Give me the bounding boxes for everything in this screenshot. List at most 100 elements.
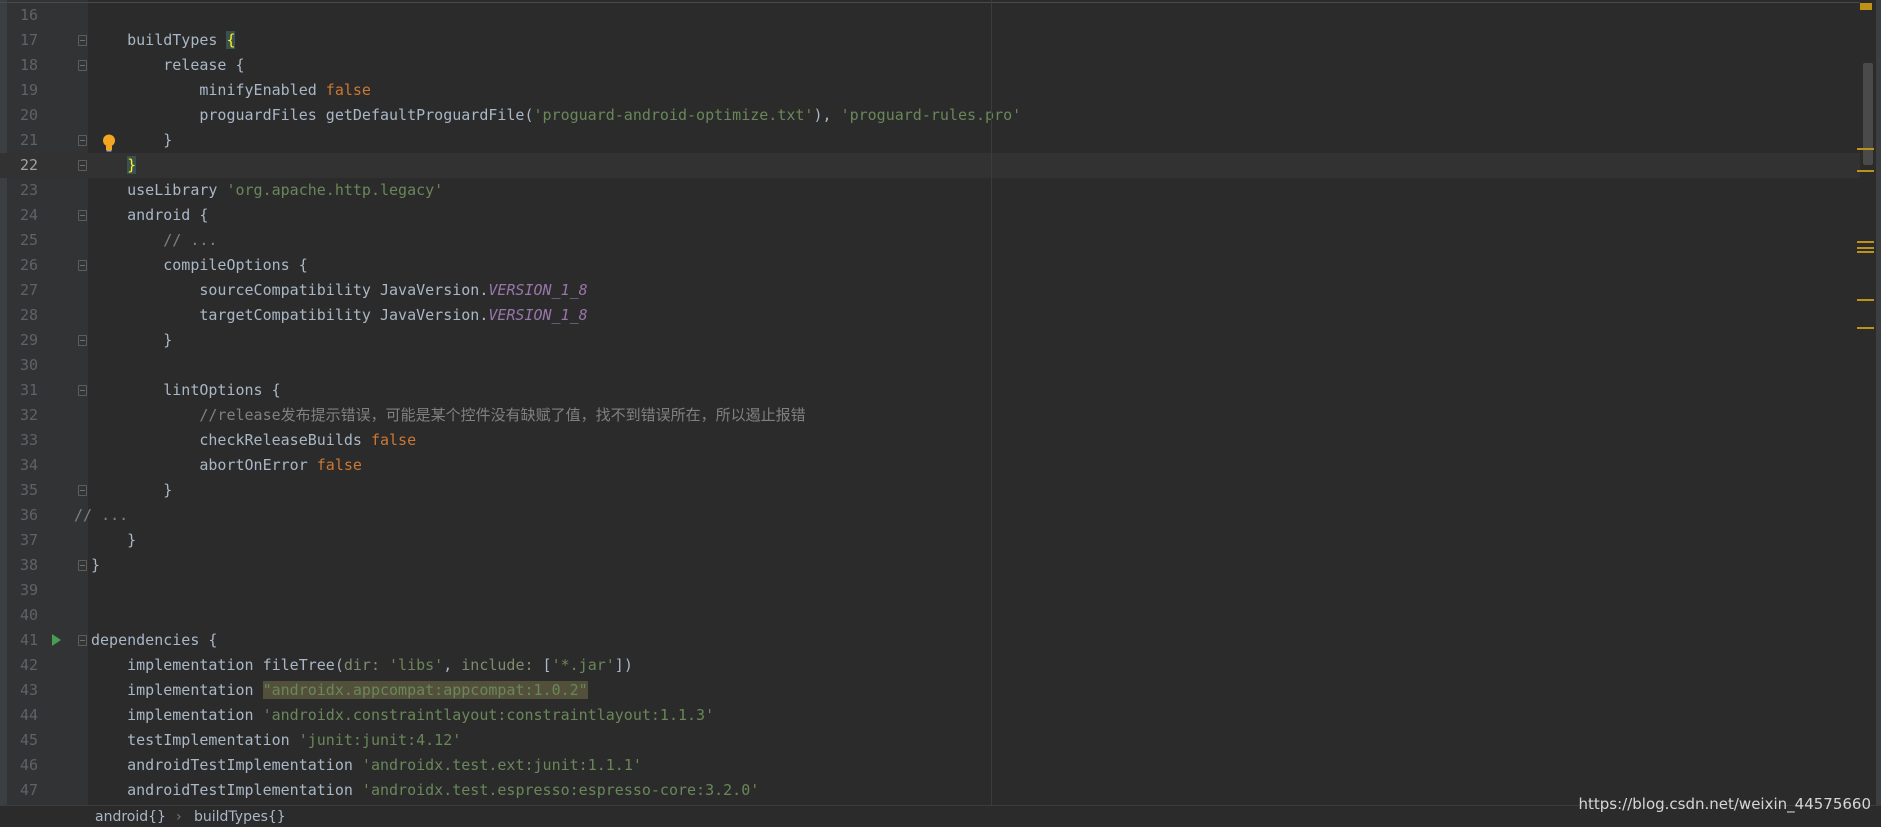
code-line[interactable]: 36 // ...	[0, 503, 1860, 528]
code-token: 'org.apache.http.legacy'	[226, 181, 444, 199]
code-text: }	[163, 478, 172, 503]
fold-icon[interactable]	[78, 35, 87, 46]
code-line[interactable]: 20 proguardFiles getDefaultProguardFile('…	[0, 103, 1860, 128]
code-text: }	[163, 328, 172, 353]
warning-marker[interactable]	[1857, 170, 1874, 172]
code-line[interactable]: 35}	[0, 478, 1860, 503]
code-token: implementation	[127, 706, 263, 724]
code-token: 'androidx.constraintlayout:constraintlay…	[262, 706, 715, 724]
line-number: 43	[20, 681, 39, 699]
code-line[interactable]: 19 minifyEnabled false	[0, 78, 1860, 103]
warning-marker[interactable]	[1857, 327, 1874, 329]
code-line[interactable]: 42 implementation fileTree(dir: 'libs', i…	[0, 653, 1860, 678]
code-token: android {	[127, 206, 209, 224]
line-number: 17	[20, 31, 39, 49]
fold-icon[interactable]	[78, 260, 87, 271]
code-line[interactable]: 27 sourceCompatibility JavaVersion.VERSIO…	[0, 278, 1860, 303]
code-line[interactable]: 44 implementation 'androidx.constraintlay…	[0, 703, 1860, 728]
code-line[interactable]: 21}	[0, 128, 1860, 153]
line-number: 28	[20, 306, 39, 324]
line-number: 30	[20, 356, 39, 374]
line-number: 29	[20, 331, 39, 349]
code-token: compileOptions {	[163, 256, 308, 274]
code-line[interactable]: 38}	[0, 553, 1860, 578]
fold-icon[interactable]	[78, 385, 87, 396]
code-token: buildTypes	[127, 31, 227, 49]
fold-icon[interactable]	[78, 135, 87, 146]
line-number: 21	[20, 131, 39, 149]
code-line[interactable]: 16	[0, 3, 1860, 28]
code-line[interactable]: 41 dependencies {	[0, 628, 1860, 653]
line-number: 45	[20, 731, 39, 749]
warning-marker[interactable]	[1857, 148, 1874, 150]
code-line[interactable]: 37}	[0, 528, 1860, 553]
code-line[interactable]: 17 buildTypes {	[0, 28, 1860, 53]
code-token: dependencies {	[91, 631, 218, 649]
code-token: }	[127, 156, 137, 174]
run-arrow-icon[interactable]	[52, 634, 61, 646]
code-line[interactable]: 22}	[0, 153, 1860, 178]
warning-marker[interactable]	[1857, 251, 1874, 253]
code-token: 'proguard-android-optimize.txt'	[533, 106, 814, 124]
code-text: }	[127, 153, 137, 178]
code-token: androidTestImplementation	[127, 781, 362, 799]
code-line[interactable]: 26 compileOptions {	[0, 253, 1860, 278]
code-text: }	[127, 528, 136, 553]
code-token: VERSION_1_8	[488, 281, 588, 299]
fold-icon[interactable]	[78, 635, 87, 646]
line-number: 35	[20, 481, 39, 499]
fold-icon[interactable]	[78, 560, 87, 571]
fold-icon[interactable]	[78, 60, 87, 71]
right-tool-strip	[1876, 0, 1881, 825]
line-number: 19	[20, 81, 39, 99]
breadcrumb-item[interactable]: android{}	[95, 807, 166, 827]
code-line[interactable]: 45 testImplementation 'junit:junit:4.12'	[0, 728, 1860, 753]
fold-icon[interactable]	[78, 160, 87, 171]
code-line[interactable]: 30	[0, 353, 1860, 378]
fold-icon[interactable]	[78, 335, 87, 346]
code-editor[interactable]: 16 17 buildTypes {18 release {19 minifyEnabl…	[0, 2, 1860, 805]
code-token: ),	[813, 106, 841, 124]
code-text: abortOnError false	[199, 453, 362, 478]
code-token: dir:	[343, 656, 390, 674]
code-text: androidTestImplementation 'androidx.test…	[127, 753, 642, 778]
line-number: 22	[20, 156, 39, 174]
line-number: 20	[20, 106, 39, 124]
fold-icon[interactable]	[78, 485, 87, 496]
code-token: '*.jar'	[551, 656, 615, 674]
code-text: //release发布提示错误，可能是某个控件没有缺赋了值，找不到错误所在，所以…	[199, 403, 805, 428]
code-text: sourceCompatibility JavaVersion.VERSION_…	[199, 278, 587, 303]
code-token: targetCompatibility JavaVersion.	[199, 306, 489, 324]
lightbulb-icon[interactable]	[102, 134, 116, 156]
warning-indicator-icon[interactable]	[1860, 3, 1872, 10]
fold-icon[interactable]	[78, 210, 87, 221]
code-line[interactable]: 24 android {	[0, 203, 1860, 228]
code-line[interactable]: 23 useLibrary 'org.apache.http.legacy'	[0, 178, 1860, 203]
code-line[interactable]: 46 androidTestImplementation 'androidx.te…	[0, 753, 1860, 778]
warning-marker[interactable]	[1857, 299, 1874, 301]
code-line[interactable]: 18 release {	[0, 53, 1860, 78]
warning-marker[interactable]	[1857, 241, 1874, 243]
code-line[interactable]: 39	[0, 578, 1860, 603]
code-text: // ...	[74, 503, 128, 528]
code-text: android {	[127, 203, 208, 228]
code-line[interactable]: 40	[0, 603, 1860, 628]
code-line[interactable]: 29}	[0, 328, 1860, 353]
code-line[interactable]: 34 abortOnError false	[0, 453, 1860, 478]
code-token: }	[127, 531, 137, 549]
code-line[interactable]: 28 targetCompatibility JavaVersion.VERSIO…	[0, 303, 1860, 328]
code-line[interactable]: 33 checkReleaseBuilds false	[0, 428, 1860, 453]
code-line[interactable]: 25 // ...	[0, 228, 1860, 253]
code-line[interactable]: 31 lintOptions {	[0, 378, 1860, 403]
code-line[interactable]: 32 //release发布提示错误，可能是某个控件没有缺赋了值，找不到错误所在，…	[0, 403, 1860, 428]
code-text: buildTypes {	[127, 28, 236, 53]
line-number: 16	[20, 6, 39, 24]
code-token: implementation	[127, 681, 263, 699]
breadcrumb-item[interactable]: buildTypes{}	[194, 807, 286, 827]
warning-marker[interactable]	[1857, 247, 1874, 249]
line-number: 41	[20, 631, 39, 649]
breadcrumb-separator: ›	[176, 809, 182, 825]
code-line[interactable]: 43 implementation "androidx.appcompat:app…	[0, 678, 1860, 703]
code-token: }	[163, 481, 173, 499]
watermark: https://blog.csdn.net/weixin_44575660	[1578, 795, 1871, 813]
